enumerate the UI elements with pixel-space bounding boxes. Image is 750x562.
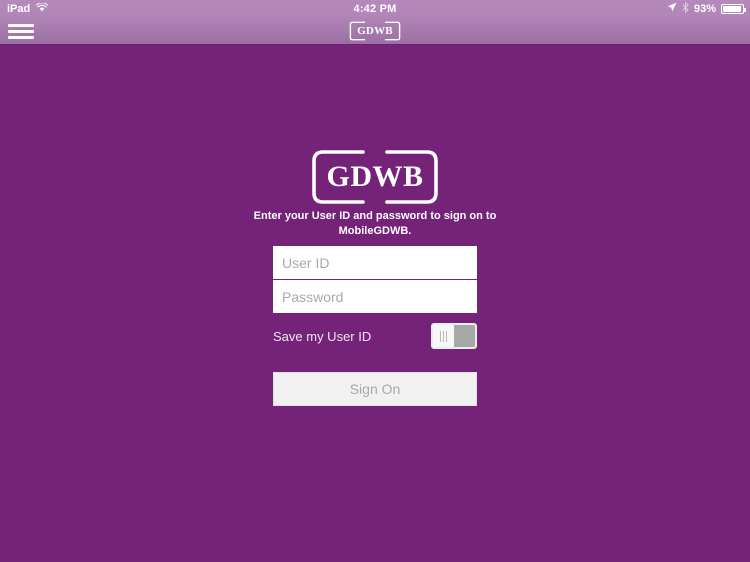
password-input[interactable] [273, 280, 477, 313]
save-user-id-toggle[interactable] [431, 323, 477, 349]
toggle-knob [433, 325, 454, 347]
login-screen: GDWB Enter your User ID and password to … [0, 46, 750, 562]
navbar-logo-text: GDWB [357, 25, 393, 37]
save-user-id-label: Save my User ID [273, 328, 372, 344]
clock-label: 4:42 PM [353, 2, 397, 15]
gdwb-logo: GDWB [311, 149, 439, 205]
status-bar-right: 93% [667, 0, 746, 17]
save-user-id-row: Save my User ID [273, 322, 477, 350]
navigation-bar: GDWB [0, 17, 750, 45]
ios-status-bar: iPad 4:42 PM 93% [0, 0, 750, 17]
navbar-brand-logo: GDWB [347, 20, 403, 42]
battery-icon [721, 3, 746, 14]
user-id-input[interactable] [273, 246, 477, 279]
hamburger-menu-icon[interactable] [8, 21, 34, 41]
status-bar-center: 4:42 PM [0, 0, 750, 17]
bluetooth-icon [682, 1, 689, 16]
location-arrow-icon [667, 2, 677, 15]
gdwb-logo-text: GDWB [326, 160, 424, 193]
battery-percent-label: 93% [693, 2, 716, 15]
signon-instructions: Enter your User ID and password to sign … [253, 210, 497, 237]
app-screen: iPad 4:42 PM 93% GDWB GDWB Enter your Us… [0, 0, 750, 562]
sign-on-button[interactable]: Sign On [273, 372, 477, 406]
